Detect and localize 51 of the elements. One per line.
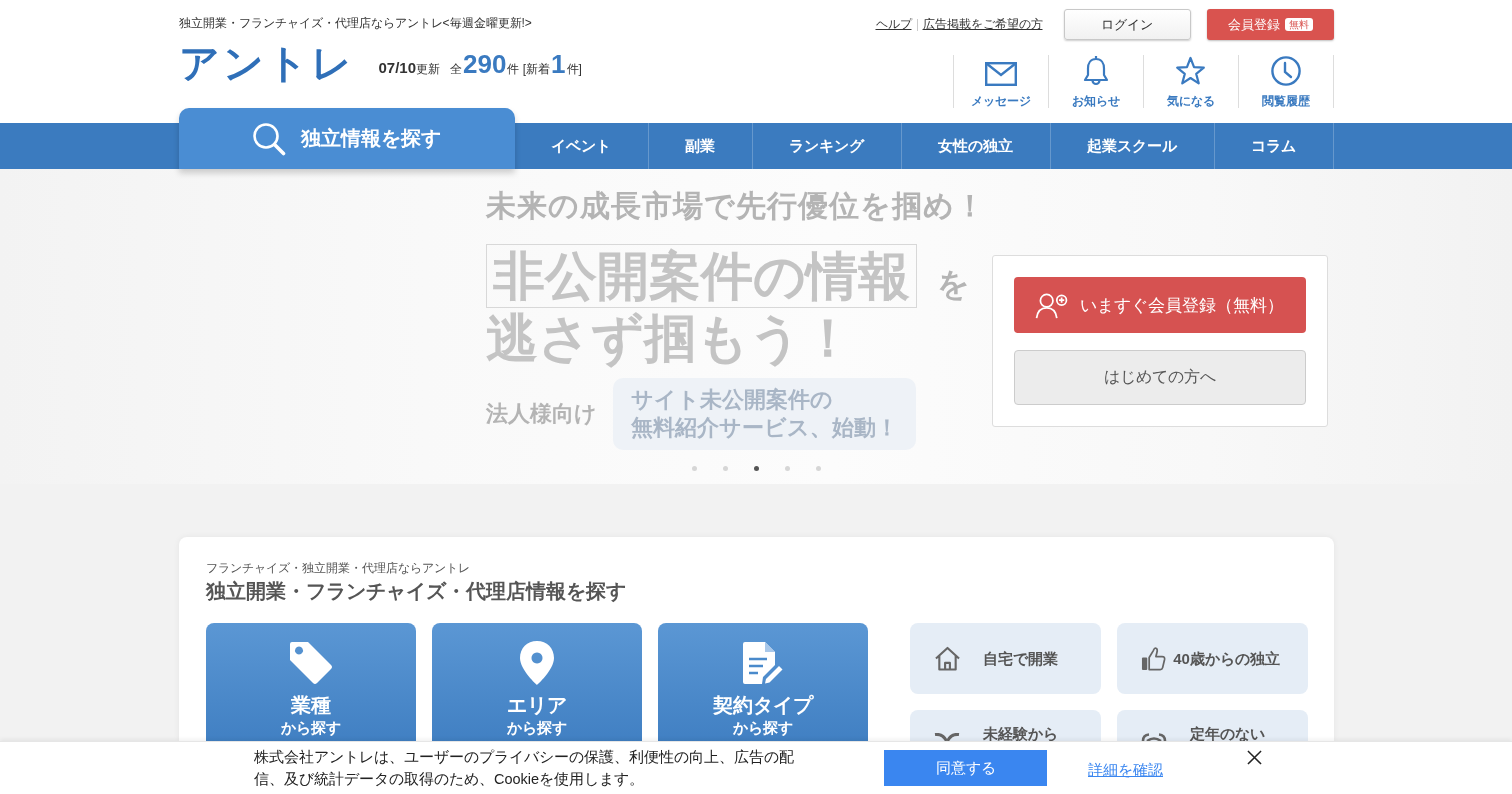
sprout-icon — [933, 733, 960, 741]
mail-icon — [984, 62, 1017, 86]
tag-icon — [288, 641, 333, 685]
details-link[interactable]: 詳細を確認 — [1088, 760, 1163, 780]
header-link[interactable]: 広告掲載をご希望の方 — [922, 16, 1043, 33]
listing-stat: 件] — [566, 61, 582, 78]
listing-stat: 1 — [551, 50, 566, 78]
header-link[interactable]: ヘルプ — [875, 16, 912, 33]
bell-icon — [1082, 55, 1109, 86]
clock-icon — [1270, 56, 1301, 86]
listing-stat: 全 — [450, 61, 463, 78]
cookie-notice-text: 株式会社アントレは、ユーザーのプライバシーの保護、利便性の向上、広告の配信、及び統計データの取得のため、Cookieを使用します。 — [254, 748, 795, 789]
search-icon — [252, 121, 286, 156]
star-icon — [1175, 56, 1206, 86]
close-icon — [1247, 750, 1262, 765]
carousel-dot[interactable] — [815, 465, 821, 471]
feature-tile[interactable]: 未経験から — [909, 710, 1101, 741]
category-card[interactable]: 業種 から探す — [205, 623, 416, 741]
carousel-dot[interactable] — [784, 465, 790, 471]
feature-tile[interactable]: 40歳からの独立 — [1116, 623, 1308, 694]
category-card[interactable]: 契約タイプ から探す — [657, 623, 868, 741]
free-badge: 無料 — [1284, 18, 1313, 31]
close-button[interactable] — [1247, 750, 1262, 765]
category-card[interactable]: エリア から探す — [431, 623, 642, 741]
listing-stat: 07/10更新 — [378, 59, 441, 78]
listing-stat: 290 — [463, 50, 507, 78]
search-tab[interactable]: 独立情報を探す — [178, 108, 515, 169]
user-plus-icon — [1035, 291, 1068, 319]
carousel-dot[interactable] — [691, 465, 697, 471]
thumbs-up-icon — [1140, 646, 1166, 671]
carousel-dot[interactable] — [722, 465, 728, 471]
first-time-button[interactable]: はじめての方へ — [1013, 350, 1306, 405]
accept-button[interactable]: 同意する — [884, 750, 1047, 786]
banner-highlight-suffix: を — [936, 265, 970, 304]
banner-audience-label: 法人様向け — [485, 400, 597, 428]
alarm-clock-icon — [1140, 733, 1167, 741]
feature-tile[interactable]: 自宅で開業 — [909, 623, 1101, 694]
section-title: 独立開業・フランチャイズ・代理店情報を探す — [205, 579, 627, 604]
login-button[interactable]: ログイン — [1063, 9, 1191, 40]
section-subtitle: フランチャイズ・独立開業・代理店ならアントレ — [205, 561, 471, 575]
service-callout: サイト未公開案件の 無料紹介サービス、始動！ — [612, 378, 916, 450]
document-pen-icon — [742, 641, 783, 685]
carousel-dot[interactable] — [753, 465, 759, 471]
listing-stat: 件 [新着 — [507, 61, 551, 78]
register-now-button[interactable]: いますぐ会員登録（無料） — [1013, 277, 1306, 333]
site-logo[interactable]: アントレ — [178, 44, 355, 82]
house-icon — [933, 646, 961, 671]
register-button[interactable]: 会員登録 無料 — [1206, 9, 1334, 40]
map-pin-icon — [519, 641, 554, 685]
site-tagline: 独立開業・フランチャイズ・代理店ならアントレ<毎週金曜更新!> — [178, 15, 533, 30]
banner-headline: 未来の成長市場で先行優位を掴め！ — [485, 188, 986, 224]
